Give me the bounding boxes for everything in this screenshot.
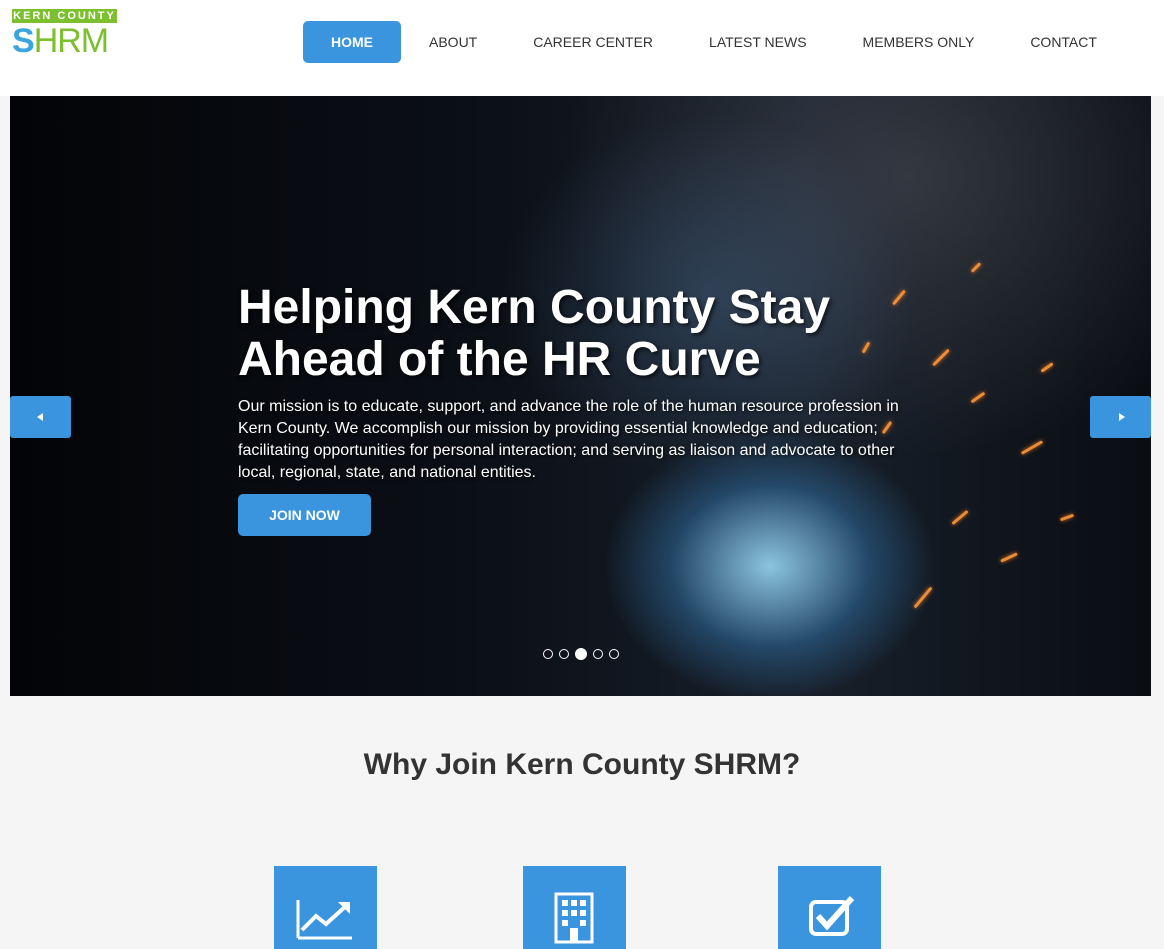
nav-item-contact[interactable]: CONTACT <box>1002 21 1125 63</box>
arrow-right-icon <box>1119 413 1125 421</box>
nav-item-latest-news[interactable]: LATEST NEWS <box>681 21 835 63</box>
hero-title: Helping Kern County Stay Ahead of the HR… <box>238 281 831 386</box>
nav-item-career-center[interactable]: CAREER CENTER <box>505 21 681 63</box>
slider-dot-5[interactable] <box>609 649 619 659</box>
feature-building-box <box>523 866 626 949</box>
why-join-heading: Why Join Kern County SHRM? <box>363 748 801 781</box>
nav-item-about[interactable]: ABOUT <box>401 21 505 63</box>
nav-item-members-only[interactable]: MEMBERS ONLY <box>835 21 1003 63</box>
arrow-left-icon <box>37 413 43 421</box>
kern-county-shrm-logo[interactable]: KERN COUNTY SHRM <box>12 9 117 60</box>
trending-up-icon <box>296 900 352 940</box>
logo-hrm-letters: HRM <box>33 22 109 60</box>
feature-checkbox-box <box>778 866 881 949</box>
nav-item-home[interactable]: HOME <box>303 21 401 63</box>
logo-top-text: KERN COUNTY <box>12 9 117 23</box>
hero-mission-text: Our mission is to educate, support, and … <box>238 398 899 481</box>
main-navigation: HOME ABOUT CAREER CENTER LATEST NEWS MEM… <box>303 21 1125 63</box>
feature-growth-box <box>274 866 377 949</box>
slider-dot-1[interactable] <box>543 649 553 659</box>
site-header: KERN COUNTY SHRM HOME ABOUT CAREER CENTE… <box>0 0 1164 96</box>
hero-slider: Helping Kern County Stay Ahead of the HR… <box>10 96 1151 696</box>
logo-wordmark: SHRM <box>12 22 117 60</box>
slider-dot-3[interactable] <box>575 648 587 660</box>
logo-s-letter: S <box>12 22 35 60</box>
slider-dot-4[interactable] <box>593 649 603 659</box>
join-now-button[interactable]: JOIN NOW <box>238 494 371 536</box>
slider-pagination <box>543 648 621 660</box>
slider-prev-button[interactable] <box>10 396 71 438</box>
slider-dot-2[interactable] <box>559 649 569 659</box>
slider-next-button[interactable] <box>1090 396 1151 438</box>
building-icon <box>554 892 594 944</box>
checkbox-icon <box>809 896 855 936</box>
